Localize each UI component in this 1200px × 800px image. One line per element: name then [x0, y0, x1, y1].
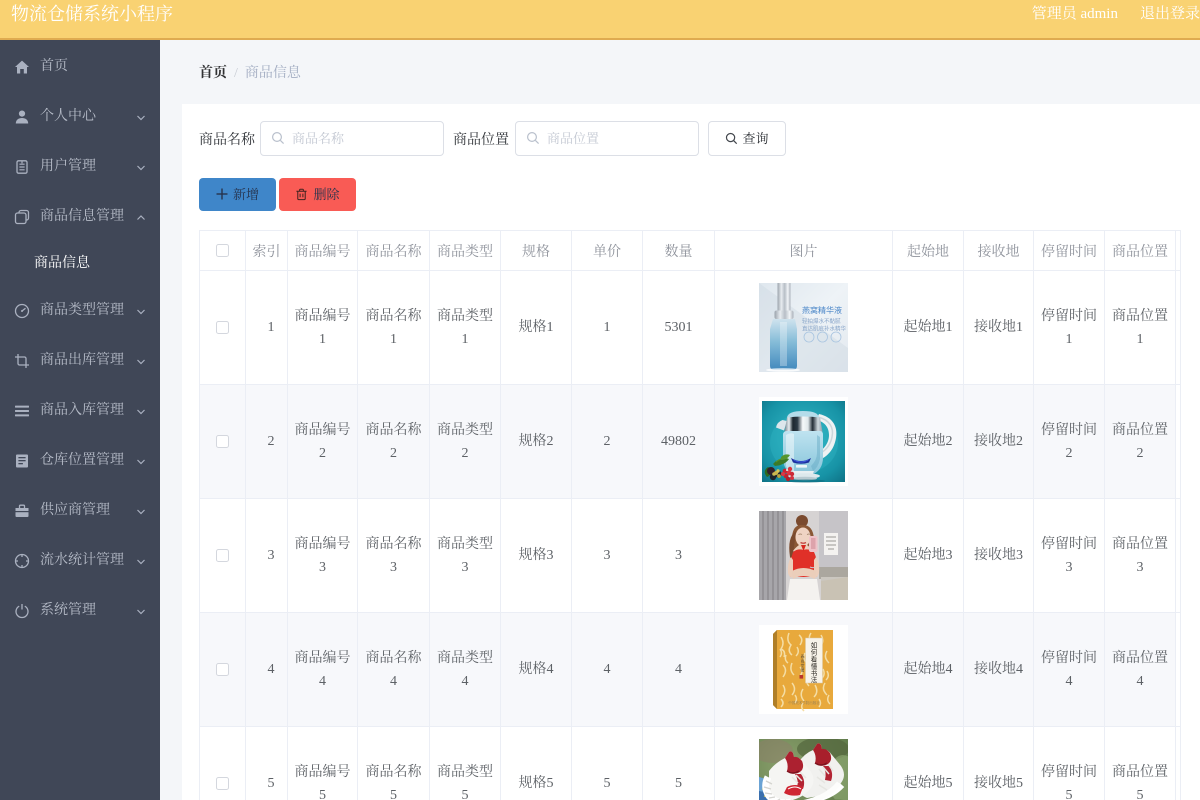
- svg-text:燕窝精华液: 燕窝精华液: [802, 305, 842, 315]
- svg-text:轻拍爆水不黏腻: 轻拍爆水不黏腻: [802, 317, 841, 325]
- svg-text:直达肌底补水精华: 直达肌底补水精华: [802, 325, 847, 333]
- svg-text:法: 法: [811, 675, 818, 684]
- svg-text:懂: 懂: [811, 662, 818, 671]
- svg-text:看: 看: [811, 656, 818, 664]
- svg-text:如: 如: [811, 641, 818, 650]
- svg-text:雨: 雨: [801, 659, 805, 664]
- svg-text:堂: 堂: [801, 663, 805, 668]
- svg-text:著: 著: [801, 668, 805, 673]
- svg-text:春: 春: [801, 654, 805, 659]
- svg-text:中国美术学院出版社: 中国美术学院出版社: [788, 700, 820, 705]
- svg-text:何: 何: [811, 648, 818, 657]
